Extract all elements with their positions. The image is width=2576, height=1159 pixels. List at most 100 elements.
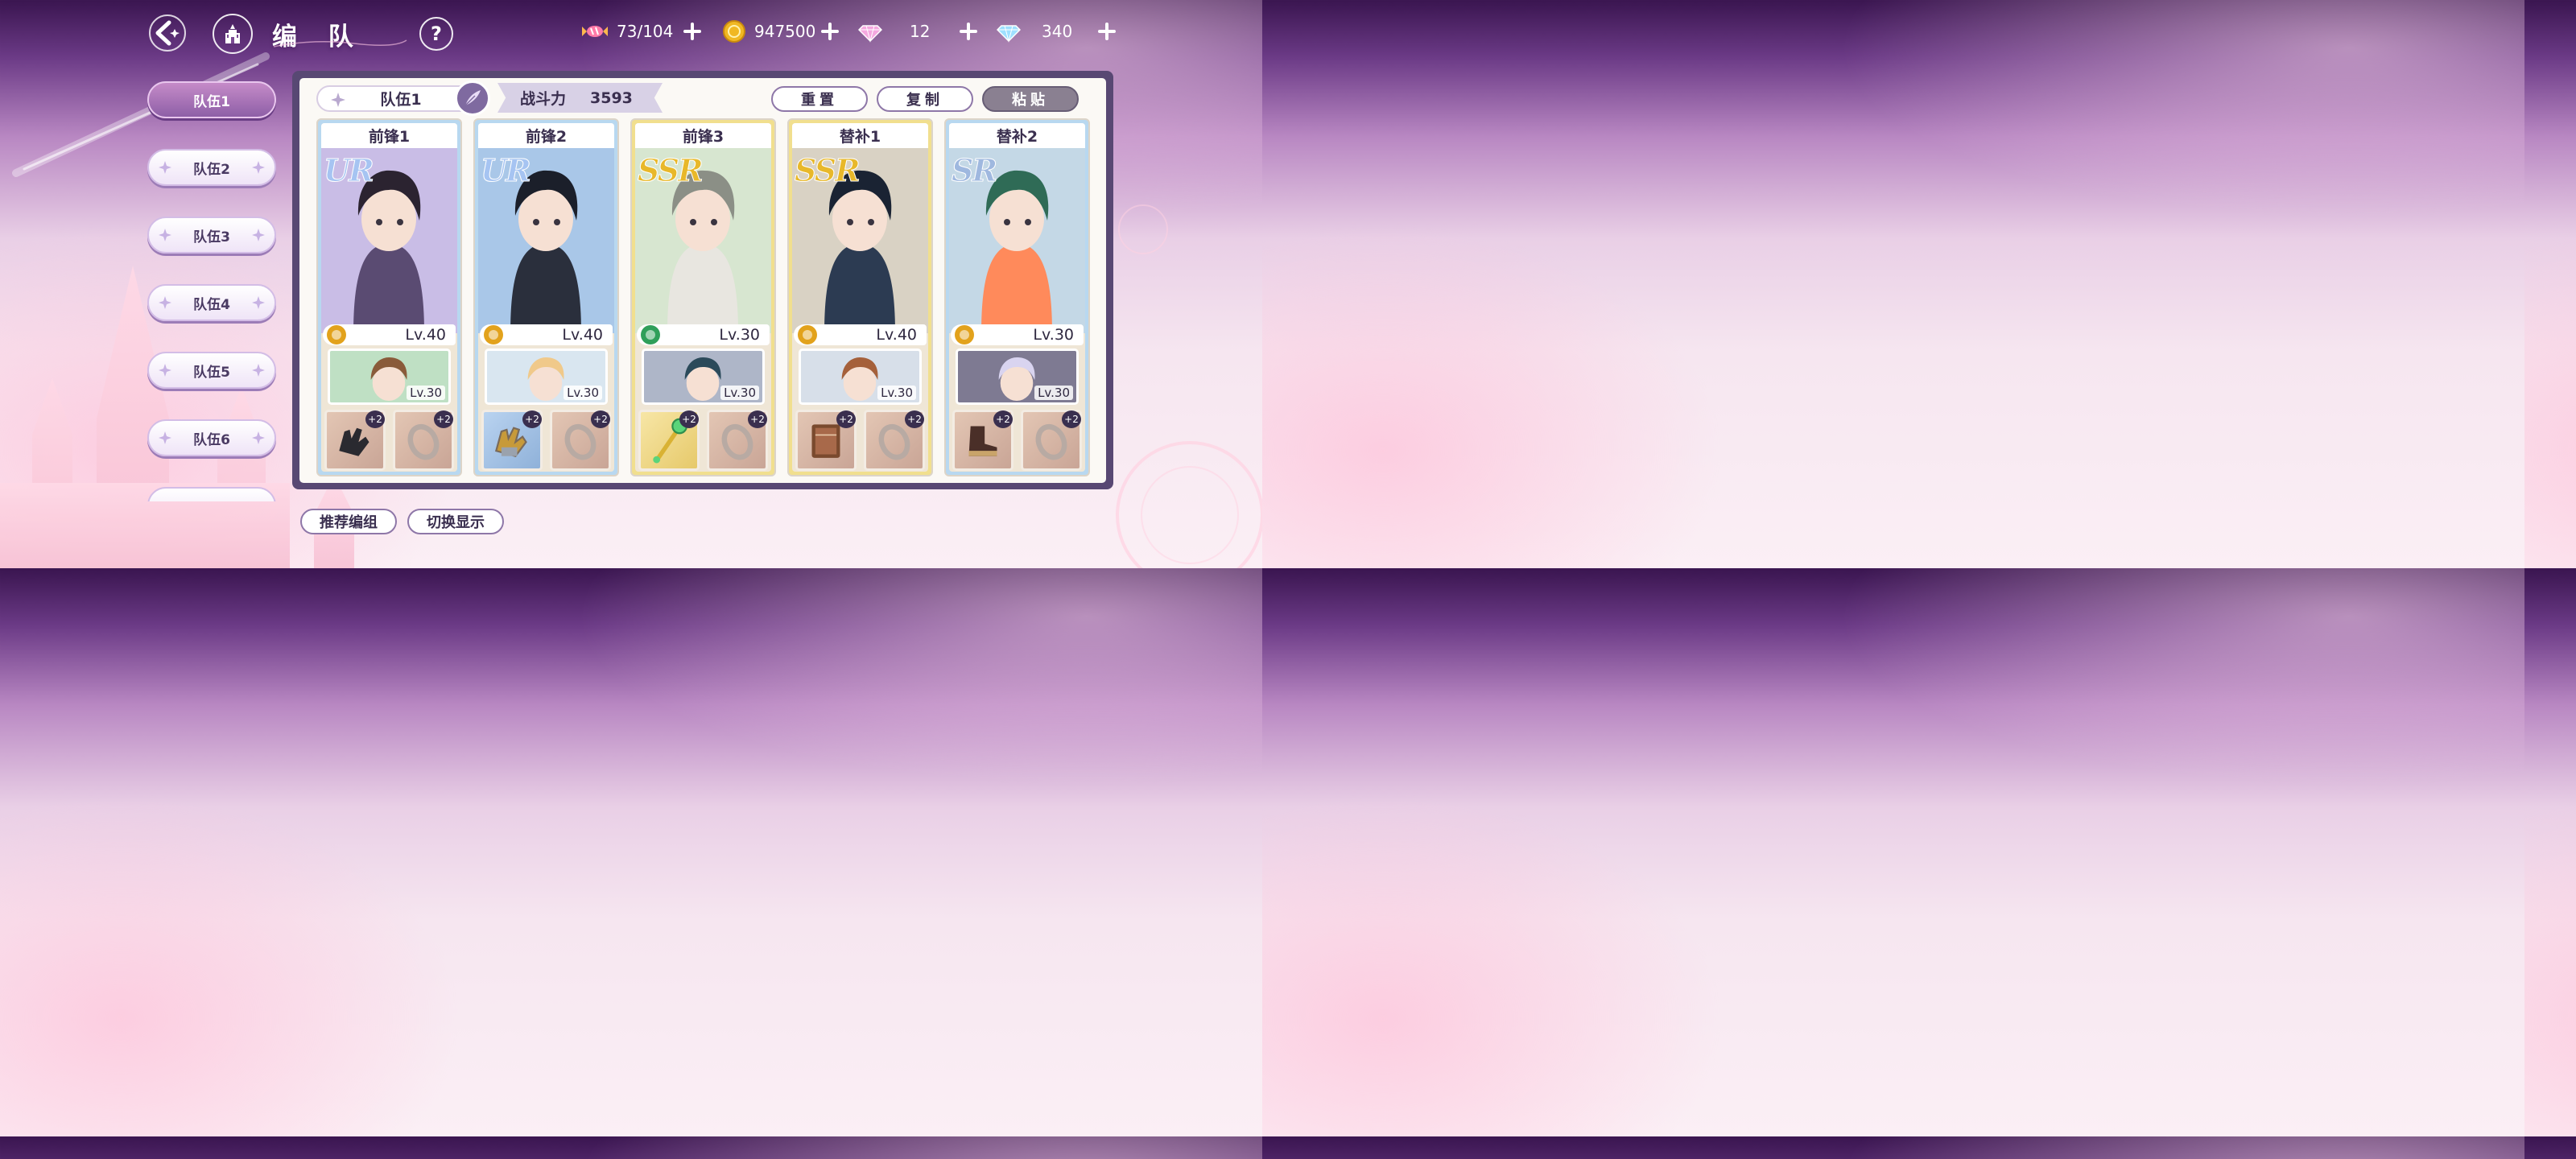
team-tab-1[interactable]: 队伍1 bbox=[147, 81, 276, 118]
switch-display-button[interactable]: 切换显示 bbox=[407, 509, 504, 534]
feather-edit-icon bbox=[464, 90, 481, 106]
switch-display-label: 切换显示 bbox=[427, 514, 485, 531]
blue-diamond-icon bbox=[997, 25, 1021, 43]
rarity-badge: UR bbox=[324, 152, 375, 189]
team-tab-label: 队伍1 bbox=[193, 93, 230, 110]
support-card[interactable]: Lv.30 bbox=[485, 349, 608, 405]
paste-button[interactable]: 粘贴 bbox=[982, 86, 1079, 112]
character-level: Lv.40 bbox=[405, 326, 446, 344]
team-tab-label: 队伍6 bbox=[193, 431, 230, 448]
character-level-bar: Lv.40 bbox=[794, 324, 927, 345]
resource-gold: 947500 bbox=[722, 16, 815, 47]
enhance-badge: +2 bbox=[522, 410, 542, 428]
coin-icon bbox=[723, 20, 745, 43]
enhance-badge: +2 bbox=[434, 410, 453, 428]
pink-diamond-icon bbox=[858, 25, 882, 43]
equipment-slot-1[interactable]: +2 bbox=[324, 410, 386, 471]
support-level: Lv.30 bbox=[1034, 386, 1073, 400]
back-button[interactable] bbox=[145, 13, 190, 53]
wand-icon bbox=[641, 325, 660, 344]
character-level: Lv.40 bbox=[562, 326, 603, 344]
add-blue-gem-button[interactable] bbox=[1098, 23, 1116, 40]
slot-inner: 前锋2 UR Lv.40 Lv.30 +2 +2 bbox=[478, 123, 614, 472]
enhance-badge: +2 bbox=[905, 410, 924, 428]
equipment-slot-1[interactable]: +2 bbox=[481, 410, 543, 471]
sparkle-icon bbox=[252, 229, 265, 241]
formation-slot-3[interactable]: 前锋3 SSR Lv.30 Lv.30 +2 +2 bbox=[630, 118, 776, 476]
support-level: Lv.30 bbox=[407, 386, 445, 400]
support-card[interactable]: Lv.30 bbox=[642, 349, 765, 405]
team-tab-5[interactable]: 队伍5 bbox=[147, 352, 276, 389]
support-card[interactable]: Lv.30 bbox=[956, 349, 1079, 405]
fist-icon bbox=[955, 325, 974, 344]
rarity-badge: UR bbox=[481, 152, 532, 189]
support-card[interactable]: Lv.30 bbox=[328, 349, 451, 405]
formation-slot-5[interactable]: 替补2 SR Lv.30 Lv.30 +2 +2 bbox=[944, 118, 1090, 476]
power-label: 战斗力 bbox=[520, 90, 567, 108]
reset-button[interactable]: 重置 bbox=[771, 86, 868, 112]
help-button[interactable]: ? bbox=[419, 17, 453, 51]
slot-title: 替补1 bbox=[792, 123, 928, 148]
equipment-slot-2[interactable]: +2 bbox=[393, 410, 454, 471]
team-tab-label: 队伍5 bbox=[193, 364, 230, 381]
character-level: Lv.30 bbox=[1033, 326, 1074, 344]
slot-title: 前锋2 bbox=[478, 123, 614, 148]
sparkle-icon bbox=[159, 364, 171, 377]
character-level-bar: Lv.30 bbox=[951, 324, 1084, 345]
fist-icon bbox=[484, 325, 503, 344]
support-level: Lv.30 bbox=[720, 386, 759, 400]
team-tab-label: 队伍3 bbox=[193, 229, 230, 245]
enhance-badge: +2 bbox=[591, 410, 610, 428]
add-pink-gem-button[interactable] bbox=[960, 23, 977, 40]
team-tab-partial[interactable] bbox=[147, 487, 276, 501]
fist-icon bbox=[798, 325, 817, 344]
formation-slot-1[interactable]: 前锋1 UR Lv.40 Lv.30 +2 +2 bbox=[316, 118, 462, 476]
rename-team-button[interactable] bbox=[455, 80, 490, 116]
home-button[interactable] bbox=[213, 14, 253, 54]
team-tab-4[interactable]: 队伍4 bbox=[147, 284, 276, 321]
candy-icon bbox=[582, 26, 608, 37]
team-tab-3[interactable]: 队伍3 bbox=[147, 217, 276, 254]
support-level: Lv.30 bbox=[877, 386, 916, 400]
sparkle-icon bbox=[159, 229, 171, 241]
rarity-badge: SSR bbox=[795, 152, 861, 189]
equipment-slot-2[interactable]: +2 bbox=[864, 410, 925, 471]
enhance-badge: +2 bbox=[836, 410, 856, 428]
equipment-slot-2[interactable]: +2 bbox=[550, 410, 611, 471]
team-tab-6[interactable]: 队伍6 bbox=[147, 419, 276, 456]
add-stamina-button[interactable] bbox=[683, 23, 701, 40]
copy-button[interactable]: 复制 bbox=[877, 86, 973, 112]
equipment-slot-2[interactable]: +2 bbox=[1021, 410, 1082, 471]
slot-title: 前锋1 bbox=[321, 123, 457, 148]
castle-home-icon bbox=[225, 24, 240, 43]
formation-slot-2[interactable]: 前锋2 UR Lv.40 Lv.30 +2 +2 bbox=[473, 118, 619, 476]
formation-slot-4[interactable]: 替补1 SSR Lv.40 Lv.30 +2 +2 bbox=[787, 118, 933, 476]
back-arrow-icon bbox=[149, 14, 186, 52]
support-level: Lv.30 bbox=[564, 386, 602, 400]
add-gold-button[interactable] bbox=[821, 23, 839, 40]
pink-gem-value: 12 bbox=[910, 22, 931, 41]
slot-inner: 替补1 SSR Lv.40 Lv.30 +2 +2 bbox=[792, 123, 928, 472]
support-card[interactable]: Lv.30 bbox=[799, 349, 922, 405]
resource-blue-gem: 340 bbox=[997, 16, 1072, 47]
stamina-value: 73/104 bbox=[617, 22, 674, 41]
enhance-badge: +2 bbox=[365, 410, 385, 428]
fist-icon bbox=[327, 325, 346, 344]
help-icon: ? bbox=[431, 23, 442, 45]
equipment-slot-2[interactable]: +2 bbox=[707, 410, 768, 471]
slot-inner: 前锋3 SSR Lv.30 Lv.30 +2 +2 bbox=[635, 123, 771, 472]
equipment-slot-1[interactable]: +2 bbox=[638, 410, 700, 471]
sparkle-icon bbox=[252, 431, 265, 444]
equipment-slot-1[interactable]: +2 bbox=[795, 410, 857, 471]
sparkle-icon bbox=[252, 364, 265, 377]
sparkle-icon bbox=[159, 296, 171, 309]
title-flourish bbox=[273, 39, 407, 47]
recommend-formation-button[interactable]: 推荐编组 bbox=[300, 509, 397, 534]
equipment-slot-1[interactable]: +2 bbox=[952, 410, 1013, 471]
sparkle-icon bbox=[159, 431, 171, 444]
slot-inner: 替补2 SR Lv.30 Lv.30 +2 +2 bbox=[949, 123, 1085, 472]
team-tab-2[interactable]: 队伍2 bbox=[147, 149, 276, 186]
reset-label: 重置 bbox=[801, 92, 838, 109]
sparkle-icon bbox=[252, 161, 265, 174]
character-level: Lv.30 bbox=[719, 326, 760, 344]
